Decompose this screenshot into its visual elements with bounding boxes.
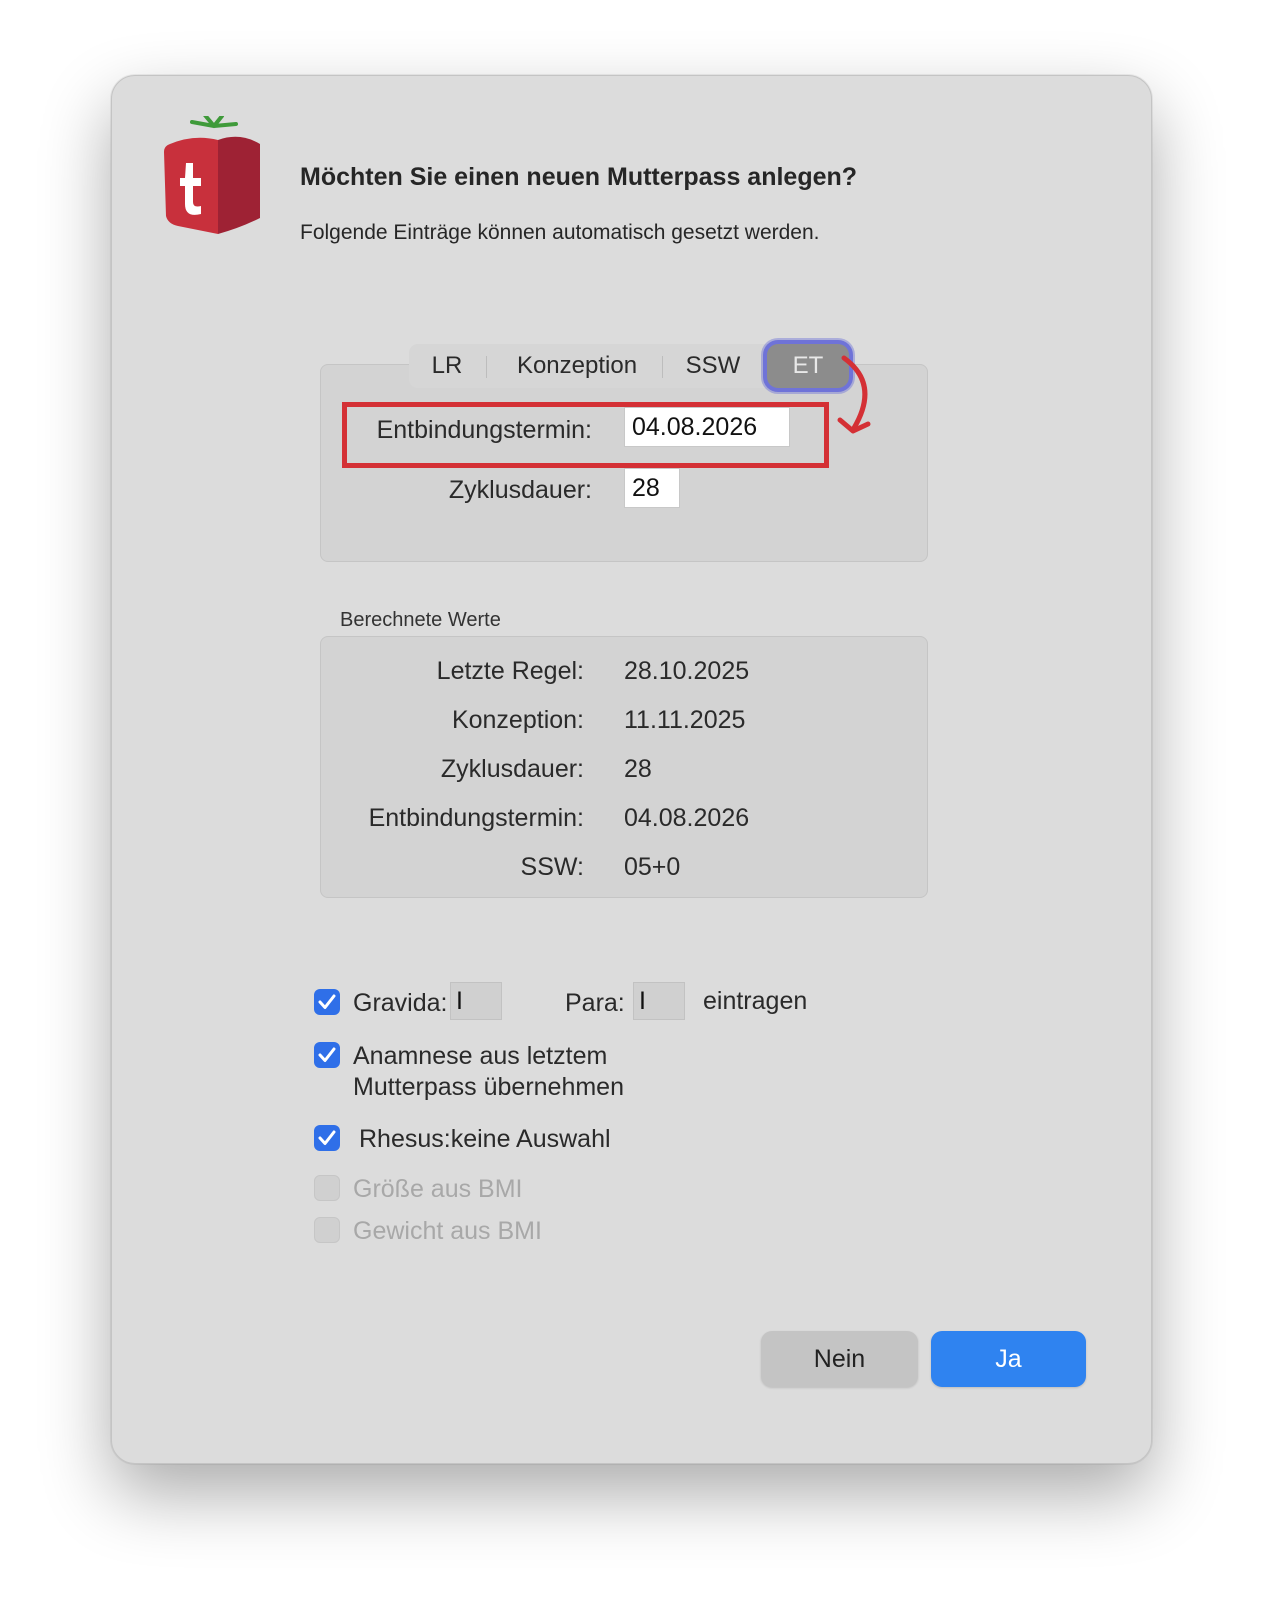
groesse-label: Größe aus BMI — [353, 1175, 523, 1203]
calc-label-ssw: SSW: — [520, 853, 584, 881]
no-button[interactable]: Nein — [761, 1331, 918, 1387]
yes-button[interactable]: Ja — [931, 1331, 1086, 1387]
cycle-length-label: Zyklusdauer: — [448, 476, 592, 504]
anamnese-checkbox[interactable] — [314, 1042, 340, 1068]
checkmark-icon — [318, 1130, 336, 1145]
eintragen-label: eintragen — [703, 987, 808, 1015]
gravida-field[interactable]: I — [450, 982, 502, 1020]
calc-label-due-date: Entbindungstermin: — [368, 804, 584, 832]
calc-value-due-date: 04.08.2026 — [624, 804, 750, 832]
gravida-label: Gravida: — [353, 989, 448, 1017]
segment-divider — [486, 356, 487, 378]
curved-arrow-icon — [832, 354, 892, 444]
rhesus-checkbox[interactable] — [314, 1125, 340, 1151]
para-label: Para: — [565, 989, 625, 1017]
calc-value-ssw: 05+0 — [624, 853, 681, 881]
calc-value-conception: 11.11.2025 — [624, 706, 746, 734]
para-field[interactable]: I — [633, 982, 685, 1020]
gewicht-label: Gewicht aus BMI — [353, 1217, 542, 1245]
mutterpass-dialog: Möchten Sie einen neuen Mutterpass anleg… — [111, 75, 1152, 1464]
segment-divider — [662, 356, 663, 378]
segment-konzeption[interactable]: Konzeption — [493, 344, 661, 388]
segment-lr[interactable]: LR — [409, 344, 485, 388]
dialog-subtitle: Folgende Einträge können automatisch ges… — [300, 221, 820, 244]
app-logo-icon — [164, 112, 264, 238]
calc-label-last-period: Letzte Regel: — [436, 657, 584, 685]
checkmark-icon — [318, 994, 336, 1009]
rhesus-label: Rhesus:keine Auswahl — [359, 1125, 611, 1153]
dialog-title: Möchten Sie einen neuen Mutterpass anleg… — [300, 163, 858, 191]
groesse-checkbox[interactable] — [314, 1175, 340, 1201]
anamnese-label-line2: Mutterpass übernehmen — [353, 1073, 624, 1101]
calc-value-last-period: 28.10.2025 — [624, 657, 750, 685]
anamnese-label-line1: Anamnese aus letztem — [353, 1042, 608, 1070]
calc-label-conception: Konzeption: — [451, 706, 584, 734]
calc-value-cycle: 28 — [624, 755, 652, 783]
checkmark-icon — [318, 1047, 336, 1062]
cycle-length-field[interactable]: 28 — [624, 468, 680, 508]
calculated-values-caption: Berechnete Werte — [340, 609, 501, 631]
gravida-checkbox[interactable] — [314, 989, 340, 1015]
segment-ssw[interactable]: SSW — [669, 344, 757, 388]
highlight-box — [342, 402, 829, 468]
calc-label-cycle: Zyklusdauer: — [440, 755, 584, 783]
gewicht-checkbox[interactable] — [314, 1217, 340, 1243]
